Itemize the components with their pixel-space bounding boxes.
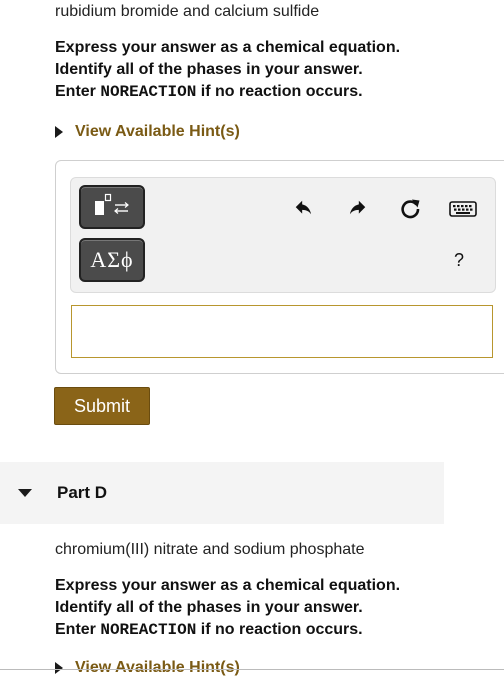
reset-icon[interactable] xyxy=(397,196,423,222)
instruction-line: Enter NOREACTION if no reaction occurs. xyxy=(55,81,400,103)
templates-icon xyxy=(95,193,129,215)
instruction-text: if no reaction occurs. xyxy=(196,621,363,638)
view-hints-label: View Available Hint(s) xyxy=(75,659,240,676)
instruction-line: Express your answer as a chemical equati… xyxy=(55,577,401,594)
submit-button[interactable]: Submit xyxy=(54,387,150,425)
instruction-line: Identify all of the phases in your answe… xyxy=(55,61,363,78)
noreaction-code: NOREACTION xyxy=(100,621,197,639)
answer-input[interactable] xyxy=(71,305,493,358)
instructions: Express your answer as a chemical equati… xyxy=(55,575,400,641)
instruction-line: Express your answer as a chemical equati… xyxy=(55,39,401,56)
view-hints-label: View Available Hint(s) xyxy=(75,123,240,140)
caret-right-icon xyxy=(55,662,63,674)
templates-button[interactable] xyxy=(79,185,145,229)
viewport-divider xyxy=(0,669,504,670)
instruction-line: Identify all of the phases in your answe… xyxy=(55,599,363,616)
problem-statement: rubidium bromide and calcium sulfide xyxy=(55,3,320,20)
instructions: Express your answer as a chemical equati… xyxy=(55,37,400,103)
instruction-text: Enter xyxy=(55,83,101,100)
redo-icon[interactable] xyxy=(344,196,370,222)
view-hints-link[interactable]: View Available Hint(s) xyxy=(55,659,240,677)
greek-symbols-button[interactable]: ΑΣϕ xyxy=(79,238,145,282)
instruction-text: Enter xyxy=(55,621,101,638)
undo-icon[interactable] xyxy=(291,196,317,222)
instruction-line: Enter NOREACTION if no reaction occurs. xyxy=(55,619,400,641)
noreaction-code: NOREACTION xyxy=(100,83,197,101)
caret-right-icon xyxy=(55,126,63,138)
help-button[interactable]: ? xyxy=(454,250,464,271)
part-d-title: Part D xyxy=(57,483,108,502)
instruction-text: if no reaction occurs. xyxy=(196,83,363,100)
problem-statement: chromium(III) nitrate and sodium phospha… xyxy=(55,541,365,558)
view-hints-link[interactable]: View Available Hint(s) xyxy=(55,123,240,141)
caret-down-icon[interactable] xyxy=(18,489,32,497)
keyboard-icon[interactable] xyxy=(448,196,478,222)
